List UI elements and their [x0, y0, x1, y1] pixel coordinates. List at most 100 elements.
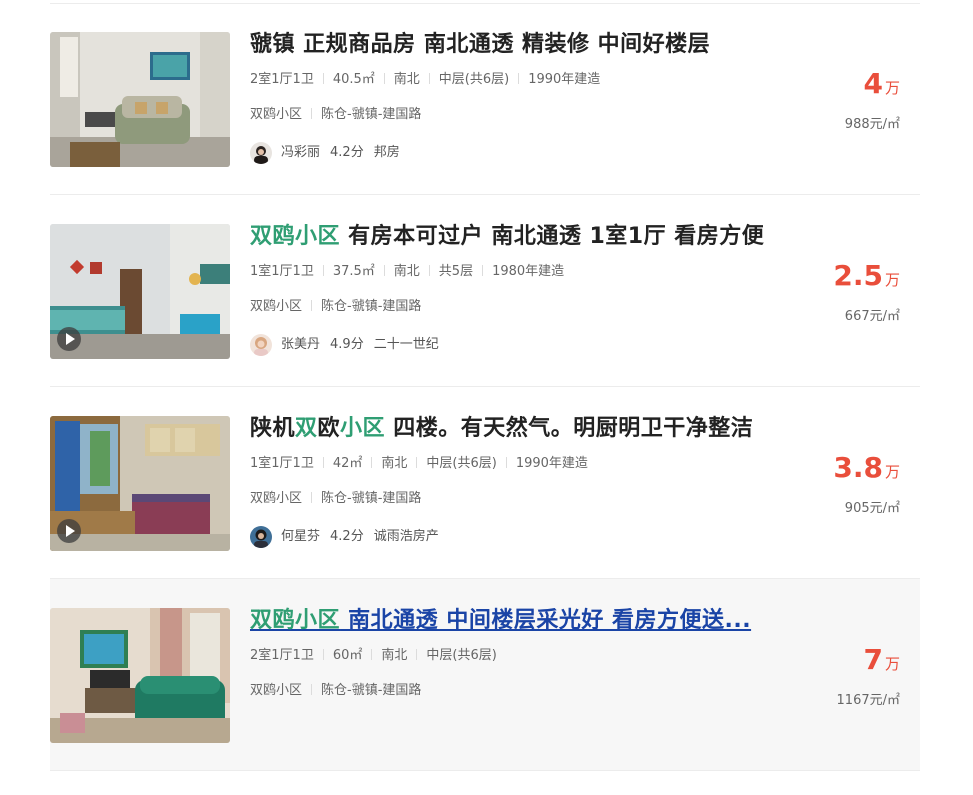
divider — [311, 684, 313, 695]
build-year: 1990年建造 — [528, 72, 601, 87]
total-price-unit: 万 — [884, 655, 900, 673]
price-block: 7万 1167元/㎡ — [837, 643, 900, 708]
agent-company: 邦房 — [373, 145, 400, 160]
divider — [311, 492, 313, 503]
listing-item[interactable]: 双鸥小区 南北通透 中间楼层采光好 看房方便送... 2室1厅1卫 60㎡ 南北 中层… — [50, 579, 920, 771]
district-link[interactable]: 陈仓-虢镇-建国路 — [321, 299, 421, 314]
agent-info: 冯彩丽 4.2分 邦房 — [250, 142, 810, 164]
agent-avatar[interactable] — [250, 526, 272, 548]
video-play-icon[interactable] — [57, 519, 81, 543]
house-attributes: 1室1厅1卫 37.5㎡ 南北 共5层 1980年建造 — [250, 262, 810, 282]
district-link[interactable]: 陈仓-虢镇-建国路 — [321, 683, 421, 698]
listing-list: 虢镇 正规商品房 南北通透 精装修 中间好楼层 2室1厅1卫 40.5㎡ 南北 中层(… — [50, 3, 920, 771]
listing-info: 虢镇 正规商品房 南北通透 精装修 中间好楼层 2室1厅1卫 40.5㎡ 南北 中层(… — [250, 30, 810, 164]
title-text: 欧 — [317, 416, 341, 441]
house-attributes: 2室1厅1卫 60㎡ 南北 中层(共6层) — [250, 646, 810, 666]
agent-info: 张美丹 4.9分 二十一世纪 — [250, 334, 810, 356]
title-highlight: 双鸥小区 — [250, 224, 341, 249]
title-text: 陕机 — [250, 416, 296, 441]
agent-name[interactable]: 冯彩丽 — [281, 142, 320, 164]
listing-title[interactable]: 双鸥小区 南北通透 中间楼层采光好 看房方便送... — [250, 606, 790, 636]
divider — [505, 457, 507, 468]
total-price-unit: 万 — [884, 79, 900, 97]
floor: 中层(共6层) — [426, 456, 497, 471]
agent-company: 二十一世纪 — [373, 337, 439, 352]
divider — [416, 649, 418, 660]
video-play-icon[interactable] — [57, 327, 81, 351]
floor: 中层(共6层) — [438, 72, 510, 87]
location: 双鸥小区 陈仓-虢镇-建国路 — [250, 489, 810, 509]
community-link[interactable]: 双鸥小区 — [250, 491, 302, 506]
title-text: 有房本可过户 南北通透 1室1厅 看房方便 — [340, 224, 765, 249]
divider — [482, 265, 484, 276]
listing-item[interactable]: 虢镇 正规商品房 南北通透 精装修 中间好楼层 2室1厅1卫 40.5㎡ 南北 中层(… — [50, 3, 920, 195]
location: 双鸥小区 陈仓-虢镇-建国路 — [250, 297, 810, 317]
location: 双鸥小区 陈仓-虢镇-建国路 — [250, 105, 810, 125]
listing-title[interactable]: 虢镇 正规商品房 南北通透 精装修 中间好楼层 — [250, 30, 790, 60]
divider — [371, 649, 373, 660]
area: 37.5㎡ — [332, 264, 375, 279]
agent-score: 4.2分 — [330, 529, 364, 544]
listing-info: 双鸥小区 有房本可过户 南北通透 1室1厅 看房方便 1室1厅1卫 37.5㎡ 南北… — [250, 222, 810, 356]
listing-photo[interactable] — [50, 608, 230, 743]
listing-photo[interactable] — [50, 224, 230, 359]
listing-info: 双鸥小区 南北通透 中间楼层采光好 看房方便送... 2室1厅1卫 60㎡ 南北 中层… — [250, 606, 810, 701]
total-price: 4万 — [845, 67, 901, 105]
total-price: 2.5 万 — [833, 259, 900, 297]
title-text: 虢镇 正规商品房 南北通透 精装修 中间好楼层 — [250, 32, 711, 57]
build-year: 1980年建造 — [492, 264, 565, 279]
room-layout: 1室1厅1卫 — [250, 264, 314, 279]
divider — [371, 457, 373, 468]
build-year: 1990年建造 — [515, 456, 588, 471]
community-link[interactable]: 双鸥小区 — [250, 683, 302, 698]
title-text: 南北通透 中间楼层采光好 看房方便送... — [340, 608, 752, 633]
divider — [383, 265, 385, 276]
total-price: 3.8 万 — [833, 451, 900, 489]
floor: 中层(共6层) — [426, 648, 497, 663]
divider — [428, 265, 430, 276]
agent-score: 4.2分 — [330, 145, 364, 160]
house-attributes: 2室1厅1卫 40.5㎡ 南北 中层(共6层) 1990年建造 — [250, 70, 810, 90]
floor: 共5层 — [438, 264, 474, 279]
listing-item[interactable]: 双鸥小区 有房本可过户 南北通透 1室1厅 看房方便 1室1厅1卫 37.5㎡ 南北… — [50, 195, 920, 387]
divider — [322, 457, 324, 468]
total-price-value: 2.5 — [833, 259, 883, 292]
agent-score: 4.9分 — [330, 337, 364, 352]
agent-avatar[interactable] — [250, 142, 272, 164]
district-link[interactable]: 陈仓-虢镇-建国路 — [321, 491, 421, 506]
agent-name[interactable]: 何星芬 — [281, 526, 320, 548]
listing-title[interactable]: 陕机双欧小区 四楼。有天然气。明厨明卫干净整洁 — [250, 414, 790, 444]
divider — [518, 73, 520, 84]
price-block: 2.5 万 667元/㎡ — [833, 259, 900, 324]
agent-name[interactable]: 张美丹 — [281, 334, 320, 356]
total-price-unit: 万 — [884, 463, 900, 481]
orientation: 南北 — [393, 72, 420, 87]
divider — [311, 108, 313, 119]
total-price: 7万 — [837, 643, 901, 681]
room-layout: 1室1厅1卫 — [250, 456, 314, 471]
divider — [311, 300, 313, 311]
unit-price: 905元/㎡ — [844, 501, 900, 516]
agent-info: 何星芬 4.2分 诚雨浩房产 — [250, 526, 810, 548]
divider — [383, 73, 385, 84]
total-price-value: 7 — [863, 643, 883, 676]
price-block: 3.8 万 905元/㎡ — [833, 451, 900, 516]
orientation: 南北 — [393, 264, 420, 279]
listing-photo[interactable] — [50, 416, 230, 551]
agent-avatar[interactable] — [250, 334, 272, 356]
listing-photo[interactable] — [50, 32, 230, 167]
community-link[interactable]: 双鸥小区 — [250, 299, 302, 314]
divider — [322, 265, 324, 276]
unit-price: 1167元/㎡ — [836, 693, 900, 708]
unit-price: 988元/㎡ — [844, 117, 900, 132]
divider — [416, 457, 418, 468]
community-link[interactable]: 双鸥小区 — [250, 107, 302, 122]
area: 60㎡ — [332, 648, 363, 663]
divider — [428, 73, 430, 84]
area: 42㎡ — [332, 456, 363, 471]
listing-item[interactable]: 陕机双欧小区 四楼。有天然气。明厨明卫干净整洁 1室1厅1卫 42㎡ 南北 中层(共6… — [50, 387, 920, 579]
agent-company: 诚雨浩房产 — [373, 529, 439, 544]
listing-title[interactable]: 双鸥小区 有房本可过户 南北通透 1室1厅 看房方便 — [250, 222, 790, 252]
area: 40.5㎡ — [332, 72, 375, 87]
district-link[interactable]: 陈仓-虢镇-建国路 — [321, 107, 421, 122]
